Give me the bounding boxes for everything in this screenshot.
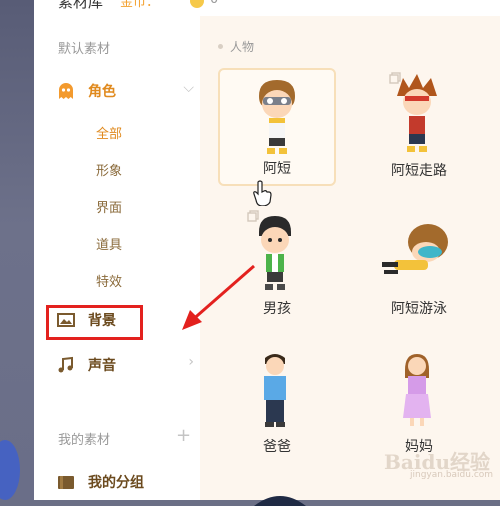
default-section-label: 默认素材 xyxy=(58,42,111,57)
character-mom-image xyxy=(403,354,431,426)
character-card[interactable]: 妈妈 xyxy=(360,344,478,462)
role-filter-props[interactable]: 道具 xyxy=(96,234,122,253)
desktop-blob xyxy=(0,440,20,500)
character-adu-walking-image xyxy=(397,74,437,152)
sidebar-item-label: 声音 xyxy=(88,358,116,374)
window-title: 素材库 xyxy=(58,0,104,11)
sidebar-item-role[interactable]: 角色 ⌵ xyxy=(34,76,200,106)
sidebar-item-sound[interactable]: 声音 › xyxy=(34,350,200,380)
sidebar-item-my-group[interactable]: 我的分组 xyxy=(34,467,200,497)
role-filter-figure[interactable]: 形象 xyxy=(96,160,122,179)
chevron-down-icon[interactable]: ⌵ xyxy=(183,80,194,96)
character-name: 阿短游泳 xyxy=(391,301,447,317)
coin-icon xyxy=(190,0,204,8)
character-adu-image xyxy=(259,80,295,154)
annotation-highlight-box xyxy=(46,305,143,340)
desktop-background xyxy=(0,0,34,500)
chevron-right-icon[interactable]: › xyxy=(188,354,194,370)
coin-count: 0 xyxy=(210,0,218,7)
add-group-icon[interactable]: + xyxy=(176,425,191,446)
content-panel: 人物 阿短 阿短走路 男孩 阿短游泳 爸爸 妈妈 xyxy=(200,16,500,506)
sidebar-item-label: 我的分组 xyxy=(88,475,144,491)
role-filter-all[interactable]: 全部 xyxy=(96,123,122,142)
character-card[interactable]: 阿短走路 xyxy=(360,68,478,186)
character-card[interactable]: 阿短游泳 xyxy=(360,206,478,324)
ghost-icon xyxy=(59,83,73,99)
character-name: 阿短 xyxy=(263,161,291,177)
hand-cursor-icon xyxy=(253,180,272,206)
my-section-label: 我的素材 xyxy=(58,433,111,448)
annotation-arrow xyxy=(182,264,255,330)
character-dad-image xyxy=(264,354,286,427)
bullet-dot xyxy=(218,44,223,49)
header-bar: 素材库 金币： 0 xyxy=(34,0,500,17)
watermark-url: jingyan.baidu.com xyxy=(410,470,494,480)
character-adu-swimming-image xyxy=(382,224,448,274)
folder-icon xyxy=(58,476,74,489)
coin-label: 金币： xyxy=(120,0,160,10)
character-card[interactable]: 阿短 xyxy=(218,68,336,186)
character-partial-image[interactable] xyxy=(250,486,310,506)
character-name: 爸爸 xyxy=(263,439,291,455)
character-card[interactable]: 爸爸 xyxy=(218,344,336,462)
sidebar-item-label: 角色 xyxy=(88,84,116,100)
role-filter-effects[interactable]: 特效 xyxy=(96,271,122,290)
music-note-icon xyxy=(58,356,73,373)
material-library-window: 素材库 金币： 0 默认素材 角色 ⌵ 全部 形象 界面 道具 特效 背景 › xyxy=(34,0,500,506)
character-name: 阿短走路 xyxy=(391,163,447,179)
category-label: 人物 xyxy=(230,40,255,54)
role-filter-interface[interactable]: 界面 xyxy=(96,197,122,216)
sidebar: 默认素材 角色 ⌵ 全部 形象 界面 道具 特效 背景 › xyxy=(34,16,200,500)
